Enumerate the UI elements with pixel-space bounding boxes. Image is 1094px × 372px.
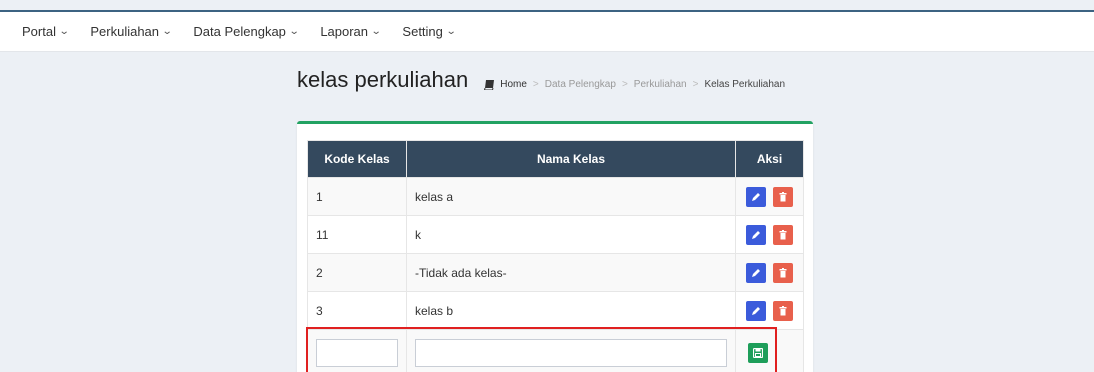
nav-label: Laporan xyxy=(320,24,369,39)
pencil-icon xyxy=(751,192,760,201)
top-navbar: Portal ⌄ Perkuliahan ⌄ Data Pelengkap ⌄ … xyxy=(0,12,1094,52)
nav-portal[interactable]: Portal ⌄ xyxy=(22,12,70,52)
delete-button[interactable] xyxy=(773,300,794,321)
cell-aksi xyxy=(735,177,804,216)
cell-aksi xyxy=(735,329,804,372)
nav-laporan[interactable]: Laporan ⌄ xyxy=(320,12,382,52)
pencil-icon xyxy=(751,306,760,315)
chevron-down-icon: ⌄ xyxy=(58,26,70,37)
cell-kode: 11 xyxy=(307,215,407,254)
breadcrumb-separator: > xyxy=(532,79,539,90)
cell-kode: 3 xyxy=(307,291,407,330)
trash-icon xyxy=(779,305,787,315)
table-row: 11 k xyxy=(307,215,804,254)
page-title: kelas perkuliahan xyxy=(297,67,469,92)
table-row: 3 kelas b xyxy=(307,291,804,330)
book-icon xyxy=(484,79,495,90)
save-button[interactable] xyxy=(748,342,768,363)
content-header: kelas perkuliahan Home > Data Pelengkap … xyxy=(297,66,785,94)
breadcrumb-perkuliahan[interactable]: Perkuliahan xyxy=(634,79,687,90)
cell-nama: kelas b xyxy=(406,291,736,330)
column-nama-kelas: Nama Kelas xyxy=(406,140,736,178)
pencil-icon xyxy=(751,268,760,277)
nav-label: Portal xyxy=(22,24,56,39)
edit-button[interactable] xyxy=(745,300,766,321)
nav-label: Perkuliahan xyxy=(90,24,160,39)
table-header-row: Kode Kelas Nama Kelas Aksi xyxy=(307,140,804,178)
nav-perkuliahan[interactable]: Perkuliahan ⌄ xyxy=(90,12,173,52)
cell-kode-input xyxy=(307,329,407,372)
chevron-down-icon: ⌄ xyxy=(370,26,382,37)
delete-button[interactable] xyxy=(773,262,794,283)
cell-nama: -Tidak ada kelas- xyxy=(406,253,736,292)
cell-nama: kelas a xyxy=(406,177,736,216)
edit-button[interactable] xyxy=(745,224,766,245)
edit-button[interactable] xyxy=(745,186,766,207)
breadcrumb-home[interactable]: Home xyxy=(500,79,527,90)
cell-kode: 1 xyxy=(307,177,407,216)
kelas-table-box: Kode Kelas Nama Kelas Aksi 1 kelas a 11 … xyxy=(297,121,813,372)
edit-button[interactable] xyxy=(745,262,766,283)
cell-aksi xyxy=(735,215,804,254)
column-aksi: Aksi xyxy=(735,140,804,178)
cell-nama-input xyxy=(406,329,736,372)
nav-data-pelengkap[interactable]: Data Pelengkap ⌄ xyxy=(193,12,300,52)
trash-icon xyxy=(779,267,787,277)
table-row: 1 kelas a xyxy=(307,177,804,216)
cell-kode: 2 xyxy=(307,253,407,292)
chevron-down-icon: ⌄ xyxy=(161,26,173,37)
trash-icon xyxy=(779,229,787,239)
breadcrumb-separator: > xyxy=(692,79,699,90)
pencil-icon xyxy=(751,230,760,239)
nav-label: Data Pelengkap xyxy=(193,24,286,39)
cell-aksi xyxy=(735,291,804,330)
nav-setting[interactable]: Setting ⌄ xyxy=(402,12,457,52)
breadcrumb-current: Kelas Perkuliahan xyxy=(704,79,786,90)
new-row xyxy=(307,329,804,372)
delete-button[interactable] xyxy=(773,186,794,207)
kelas-table: Kode Kelas Nama Kelas Aksi 1 kelas a 11 … xyxy=(307,140,804,372)
column-kode-kelas: Kode Kelas xyxy=(307,140,407,178)
cell-aksi xyxy=(735,253,804,292)
nama-kelas-input[interactable] xyxy=(415,338,727,367)
kode-kelas-input[interactable] xyxy=(316,338,398,367)
breadcrumb-separator: > xyxy=(621,79,628,90)
trash-icon xyxy=(779,191,787,201)
breadcrumb-data-pelengkap[interactable]: Data Pelengkap xyxy=(545,79,616,90)
breadcrumb: Home > Data Pelengkap > Perkuliahan > Ke… xyxy=(484,79,785,94)
chevron-down-icon: ⌄ xyxy=(445,26,457,37)
chevron-down-icon: ⌄ xyxy=(288,26,300,37)
save-icon xyxy=(753,347,763,358)
nav-label: Setting xyxy=(402,24,443,39)
cell-nama: k xyxy=(406,215,736,254)
delete-button[interactable] xyxy=(773,224,794,245)
table-row: 2 -Tidak ada kelas- xyxy=(307,253,804,292)
